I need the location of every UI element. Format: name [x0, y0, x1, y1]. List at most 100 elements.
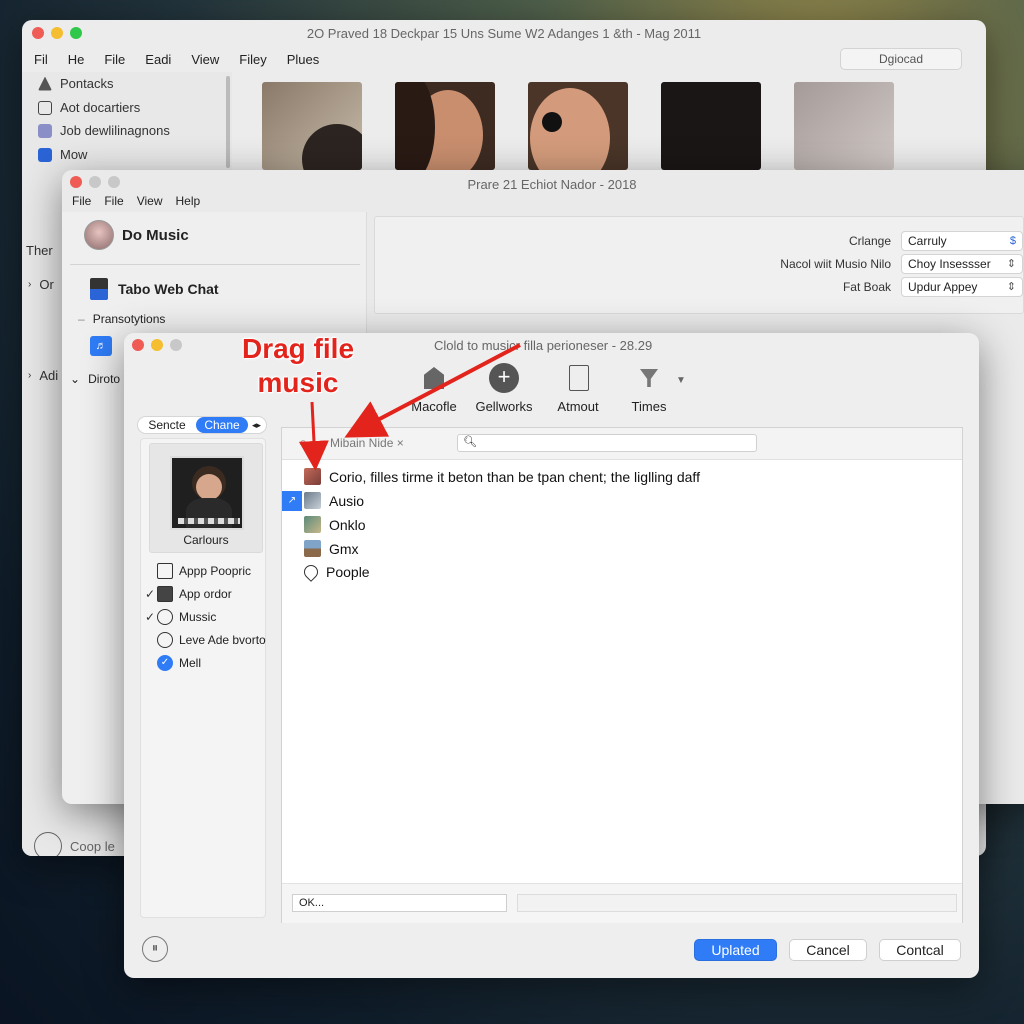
list-item[interactable]: Onklo: [304, 516, 366, 533]
sidebar-scrollbar[interactable]: [226, 76, 230, 168]
add-icon: +: [489, 363, 519, 393]
menu-item[interactable]: Plues: [287, 52, 320, 67]
radio-button[interactable]: [157, 632, 173, 648]
stepper-icon: ⇕: [1006, 281, 1016, 293]
photo-thumbnail[interactable]: [794, 82, 894, 170]
menu-item[interactable]: File: [72, 194, 91, 208]
menu-item[interactable]: File: [104, 194, 123, 208]
chevron-down-icon: ⌄: [70, 372, 81, 386]
toolbar-item[interactable]: Atmout: [538, 363, 618, 414]
thumbnail-strip: [262, 82, 894, 170]
document-icon: [38, 100, 52, 115]
stepper-icon[interactable]: ◂▸: [252, 420, 261, 431]
search-token[interactable]: Mibain Nide ×: [330, 436, 404, 450]
property-select[interactable]: Updur Appey ⇕: [901, 277, 1023, 297]
contcal-button[interactable]: Contcal: [879, 939, 961, 961]
list-item[interactable]: Corio, filles tirme it beton than be tpa…: [304, 468, 700, 485]
search-bar: ⌕ Mibain Nide × 🔍︎: [282, 428, 962, 460]
section-header[interactable]: – Pransotytions: [78, 312, 165, 326]
app-store-icon[interactable]: ♬: [90, 336, 112, 356]
audio-icon: [304, 492, 321, 509]
property-select[interactable]: Choy Insessser ⇕: [901, 254, 1023, 274]
cancel-button[interactable]: Cancel: [789, 939, 867, 961]
album-card[interactable]: Carlours: [149, 443, 263, 553]
sidebar-item[interactable]: › Or: [28, 277, 54, 292]
section-header[interactable]: ⌄ Diroto: [70, 372, 120, 386]
segment-select[interactable]: Sencte: [138, 418, 196, 432]
menu-bar: Fil He File Eadi View Filey Plues: [34, 52, 319, 67]
menu-item[interactable]: Eadi: [145, 52, 171, 67]
checkbox[interactable]: [157, 563, 173, 579]
sidebar-item[interactable]: Ther: [26, 243, 53, 258]
sidebar-item-web-chat[interactable]: Tabo Web Chat: [90, 278, 219, 300]
chevron-right-icon: ›: [28, 370, 32, 381]
option-row[interactable]: ✓ App ordor: [145, 586, 232, 602]
menu-bar: File File View Help: [72, 194, 200, 208]
menu-item[interactable]: View: [137, 194, 163, 208]
file-icon: [304, 468, 321, 485]
sidebar-item[interactable]: Pontacks: [38, 76, 113, 91]
property-row: Crlange Carruly $: [691, 231, 1023, 251]
image-icon: [304, 540, 321, 557]
update-button[interactable]: Uplated: [694, 939, 777, 961]
sidebar-item[interactable]: › Adi: [28, 368, 58, 383]
house-icon: [419, 363, 449, 393]
radio-button-selected[interactable]: ✓: [157, 655, 173, 671]
image-icon: [304, 516, 321, 533]
close-button[interactable]: [132, 339, 144, 351]
list-item[interactable]: Ausio: [304, 492, 364, 509]
path-field[interactable]: [517, 894, 957, 912]
contacts-icon: [38, 76, 52, 91]
photo-thumbnail[interactable]: [395, 82, 495, 170]
help-icon[interactable]: ⏸: [142, 936, 168, 962]
properties-panel: Crlange Carruly $ Nacol wiit Musio Nilo …: [374, 216, 1024, 314]
profile[interactable]: Do Music: [84, 220, 189, 250]
selection-marker[interactable]: ↗: [282, 491, 302, 511]
photo-thumbnail[interactable]: [528, 82, 628, 170]
info-icon: [38, 147, 52, 162]
option-row[interactable]: ✓ Mussic: [145, 609, 216, 625]
bottom-item[interactable]: Coop le: [34, 832, 115, 856]
toolbar-button[interactable]: Dgiocad: [840, 48, 962, 70]
photo-thumbnail[interactable]: [262, 82, 362, 170]
photo-thumbnail[interactable]: [661, 82, 761, 170]
menu-item[interactable]: Filey: [239, 52, 266, 67]
option-row[interactable]: Leve Ade bvorto: [145, 632, 266, 648]
toolbar-item[interactable]: Macofle: [394, 363, 474, 414]
window-title: 2O Praved 18 Deckpar 15 Uns Sume W2 Adan…: [306, 26, 702, 41]
menu-item[interactable]: View: [191, 52, 219, 67]
avatar: [84, 220, 114, 250]
bottom-bar: OK...: [282, 883, 962, 923]
menu-item[interactable]: Help: [175, 194, 200, 208]
search-icon: ⌕: [300, 436, 307, 448]
filename-input[interactable]: OK...: [292, 894, 507, 912]
sidebar-item[interactable]: Aot docartiers: [38, 100, 140, 115]
minimize-button[interactable]: [151, 339, 163, 351]
list-item[interactable]: Poople: [301, 562, 370, 582]
window-title: Prare 21 Echiot Nador - 2018: [467, 177, 637, 192]
people-icon: [38, 123, 52, 138]
dialog-title: Clold to musicr filla perioneser - 28.29: [434, 338, 653, 353]
menu-item[interactable]: File: [104, 52, 125, 67]
radio-button[interactable]: [157, 609, 173, 625]
toolbar-item[interactable]: + Gellworks: [464, 363, 544, 414]
search-input[interactable]: 🔍︎: [457, 434, 757, 452]
menu-item[interactable]: Fil: [34, 52, 48, 67]
property-select[interactable]: Carruly $: [901, 231, 1023, 251]
option-row[interactable]: ✓ Mell: [145, 655, 201, 671]
chevron-down-icon[interactable]: ▼: [676, 375, 686, 386]
menu-item[interactable]: He: [68, 52, 85, 67]
zoom-button[interactable]: [170, 339, 182, 351]
toolbar-item[interactable]: Times: [609, 363, 689, 414]
option-row[interactable]: Appp Poopric: [145, 563, 251, 579]
sidebar-item[interactable]: Mow: [38, 147, 87, 162]
segment-change[interactable]: Chane: [196, 417, 248, 433]
list-item[interactable]: Gmx: [304, 540, 359, 557]
drag-annotation: Drag file music: [241, 333, 355, 398]
window-controls: [132, 339, 182, 351]
checkmark-icon: ✓: [145, 610, 156, 624]
chevron-right-icon: ›: [28, 279, 32, 290]
dialog-sidebar: Carlours Appp Poopric ✓ App ordor ✓ Muss…: [140, 438, 266, 918]
sidebar-item[interactable]: Job dewlilinagnons: [38, 123, 170, 138]
checkbox[interactable]: [157, 586, 173, 602]
